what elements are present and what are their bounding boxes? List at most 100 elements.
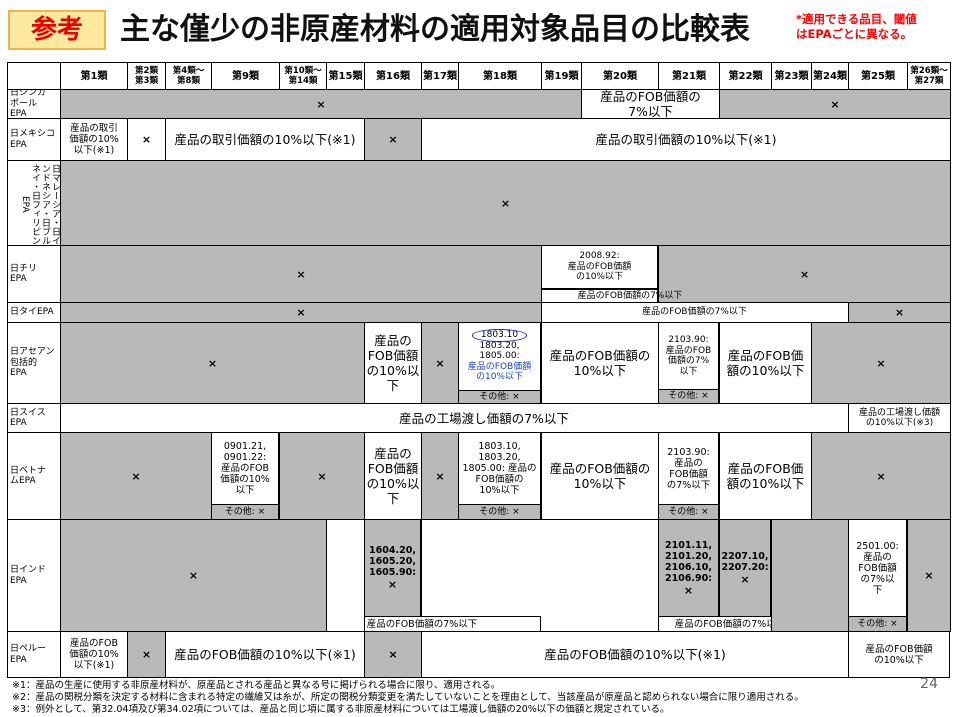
cell-mx-c1: 産品の取引 価額の10% 以下(※1) (60, 118, 128, 161)
cell-text: × (141, 648, 152, 661)
cell-mx-right: 産品の取引価額の10%以下(※1) (421, 118, 951, 161)
cell-text: 第4類〜 第8類 (172, 66, 205, 86)
cell-text: 日アセアン 包括的 EPA (10, 347, 55, 379)
footnote-3: ※3：例外として、第32.04項及び第34.02項については、産品と同じ項に属す… (12, 704, 670, 715)
cell-x: × (60, 160, 951, 246)
cell-in-c22: 2207.10, 2207.20: × (719, 519, 771, 617)
row-label-thailand: 日タイEPA (7, 302, 61, 323)
cell-text: 産品のFOB価額の10%以下(※1) (174, 647, 356, 662)
cell-text: × (316, 97, 326, 111)
cell-text: 産品の工場渡し価額 の10%以下(※3) (858, 407, 940, 429)
cell-text: 産品の FOB価額 の10%以 下 (366, 333, 420, 393)
cell-text: その他: × (668, 391, 709, 402)
row-label-mexico: 日メキシコ EPA (7, 118, 61, 161)
cell-text: その他: × (479, 506, 520, 517)
cell-text: × (500, 196, 511, 210)
cell-text: 第25類 (861, 70, 895, 82)
cell-as-c20: 産品のFOB価額の 10%以下 (541, 322, 659, 404)
cell-text: 第26類〜 第27類 (910, 66, 948, 86)
cell-text: その他: × (857, 618, 898, 629)
cell-cl-c19: 2008.92: 産品のFOB価額 の10%以下 (541, 245, 658, 289)
cell-text: 第16類 (376, 70, 410, 82)
cell-vn-c9: 0901.21, 0901.22: 産品のFOB 価額の10% 以下 (211, 432, 279, 505)
cell-text: 第20類 (603, 70, 637, 82)
cell-text: × (388, 648, 398, 661)
row-label-switzerland: 日スイス EPA (7, 403, 61, 433)
column-header: 第25類 (848, 62, 908, 90)
cell-sw-c25: 産品の工場渡し価額 の10%以下(※3) (848, 403, 951, 433)
cell-text: × (188, 569, 199, 582)
comparison-table: 第1類 第2類 第3類 第4類〜 第8類 第9類 第10類〜 第14類 第15類 第16類 第… (7, 62, 951, 678)
cell-vn-c21-other: その他: × (658, 504, 719, 520)
cell-in-c16: 1604.20, 1605.20, 1605.90: × (364, 519, 421, 617)
cell-text: 産品のFOB価 額の10%以下 (726, 461, 805, 491)
cell-vn-c18: 1803.10, 1803.20, 1805.00: 産品の FOB価額の 10… (458, 432, 541, 505)
column-header: 第2類 第3類 (127, 62, 166, 90)
cell-x: × (421, 432, 459, 520)
cell-text: 第10類〜 第14類 (284, 66, 322, 86)
cell-text: 日インド EPA (10, 565, 47, 586)
cell-text: 産品の取引 価額の10% 以下(※1) (69, 123, 119, 156)
cell-x: × (683, 583, 694, 597)
cell-x: × (719, 89, 951, 119)
cell-text: 産品の工場渡し価額の7%以下 (399, 410, 569, 426)
cell-in-white (326, 519, 365, 632)
cell-text: 日シンガ ポール EPA (10, 89, 47, 119)
cell-as-c21-other: その他: × (658, 389, 719, 404)
cell-vn-c18-other: その他: × (458, 504, 541, 520)
row-label-peru: 日ペルー EPA (7, 631, 61, 678)
cell-as-c18-other: その他: × (458, 390, 541, 404)
column-header: 第17類 (421, 62, 459, 90)
cell-text: 日メキシコ EPA (10, 129, 56, 150)
cell-in-c25: 2501.00: 産品の FOB価額 の7%以 下 (848, 519, 907, 617)
cell-text: 産品の FOB価額 の10%以 下 (366, 446, 420, 506)
column-header: 第9類 (211, 62, 280, 90)
india-overlay-1: 産品のFOB価額の7%以下 (366, 618, 478, 630)
cell-sw-main: 産品の工場渡し価額の7%以下 (60, 403, 908, 433)
row-label-malaysia-indonesia-brunei-philippines: 日マレーシア・日インドネシア・日ブルネイ・日フィリピンEPA (7, 160, 61, 246)
column-header: 第26類〜 第27類 (907, 62, 951, 90)
cell-x: × (421, 322, 459, 404)
cell-text: 2103.90: 産品の FOB価額 の7%以下 (666, 446, 711, 491)
cell-text: 第9類 (232, 70, 259, 82)
cell-text: × (388, 133, 398, 146)
cell-vn-c9-other: その他: × (211, 504, 279, 520)
column-header: 第23類 (771, 62, 812, 90)
cell-text: 第18類 (483, 70, 517, 82)
cell-x: × (740, 572, 750, 586)
cell-text: × (435, 356, 445, 370)
column-header: 第24類 (811, 62, 849, 90)
cell-text: 第15類 (328, 70, 363, 82)
cell-text: 産品のFOB価 額の10%以下 (726, 348, 805, 378)
column-header: 第15類 (326, 62, 365, 90)
footnotes: ※1：産品の生産に使用する非原産材料が、原産品とされる産品と異なる号に掲げられる… (12, 680, 912, 716)
cell-x: × (279, 432, 365, 520)
column-header: 第16類 (364, 62, 422, 90)
cell-x: × (60, 432, 212, 520)
cell-text: × (876, 356, 886, 370)
footnote-1: ※1：産品の生産に使用する非原産材料が、原産品とされる産品と異なる号に掲げられる… (12, 680, 501, 691)
cell-text: 2103.90: 産品のFOB 価額の7% 以下 (665, 335, 712, 377)
column-header: 第19類 (541, 62, 582, 90)
cell-vn-c16: 産品の FOB価額 の10%以 下 (364, 432, 422, 520)
cell-text: × (799, 267, 810, 281)
cell-text: × (435, 469, 445, 483)
column-header: 第22類 (719, 62, 772, 90)
header-corner (7, 62, 61, 90)
cell-text: 日ベトナ ムEPA (10, 465, 47, 487)
cell-text: × (207, 356, 218, 370)
cell-text: 2207.10, 2207.20: (721, 550, 769, 573)
cell-text: 2101.11, 2101.20, 2106.10, 2106.90: (664, 539, 713, 584)
cell-x: × (60, 89, 582, 119)
cell-text: 産品の取引価額の10%以下(※1) (595, 132, 777, 147)
cell-x: × (364, 118, 422, 161)
cell-x: × (127, 118, 166, 161)
cell-pe-c1: 産品のFOB 価額の10% 以下(※1) (60, 631, 128, 678)
cell-text: 1604.20, 1605.20, 1605.90: (368, 545, 417, 578)
highlighted-code: 1803.10 (471, 329, 528, 342)
cell-text: 産品のFOB価額 の10%以下 (467, 361, 532, 383)
cell-vn-c21: 2103.90: 産品の FOB価額 の7%以下 (658, 432, 719, 505)
cell-in-c21: 2101.11, 2101.20, 2106.10, 2106.90: × (658, 519, 719, 617)
cell-text: 産品のFOB価額の 7%以下 (600, 89, 701, 119)
cell-x: × (60, 302, 542, 323)
